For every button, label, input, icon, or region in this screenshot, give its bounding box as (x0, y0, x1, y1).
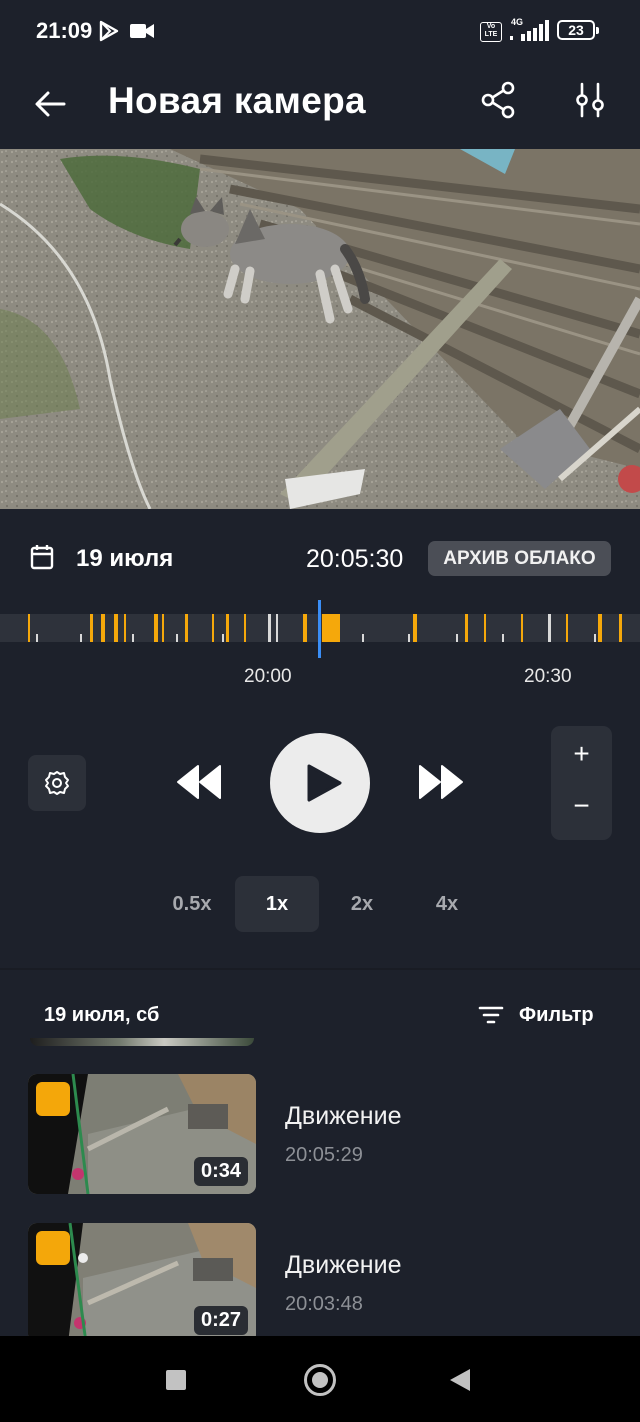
timeline-cursor[interactable] (317, 600, 323, 658)
video-camera-icon (130, 24, 154, 38)
selected-date[interactable]: 19 июля (76, 545, 173, 573)
status-bar: 21:09 Vo LTE 4G 23 (0, 0, 640, 62)
event-duration: 0:27 (193, 1306, 248, 1335)
fast-forward-icon[interactable] (418, 760, 464, 804)
event-thumbnail[interactable]: 0:27 (28, 1223, 256, 1343)
previous-event-thumbnail-edge (30, 1038, 254, 1046)
zoom-control: + − (551, 726, 612, 840)
timeline[interactable]: 20:00 20:30 (0, 600, 640, 700)
motion-badge (36, 1231, 70, 1265)
play-store-icon (99, 20, 119, 42)
system-nav-bar (0, 1336, 640, 1422)
tune-icon[interactable] (570, 80, 610, 120)
page-title: Новая камера (108, 80, 366, 121)
event-title: Движение (285, 1251, 402, 1279)
calendar-icon[interactable] (30, 544, 54, 570)
rewind-icon[interactable] (176, 760, 222, 804)
play-button[interactable] (270, 733, 370, 833)
speed-option[interactable]: 0.5x (150, 876, 234, 932)
filter-icon[interactable] (478, 1002, 504, 1028)
event-thumbnail[interactable]: 0:34 (28, 1074, 256, 1194)
status-time: 21:09 (36, 18, 93, 43)
app-bar: Новая камера (0, 62, 640, 148)
section-divider (0, 968, 640, 970)
archive-cloud-badge[interactable]: АРХИВ ОБЛАКО (428, 541, 611, 576)
timeline-ticks (36, 614, 596, 642)
recents-icon[interactable] (166, 1370, 186, 1390)
playback-info: 19 июля 20:05:30 АРХИВ ОБЛАКО (0, 530, 640, 588)
signal-icon: 4G (510, 17, 549, 41)
speed-option-active[interactable]: 1x (235, 876, 319, 932)
svg-text:4G: 4G (511, 17, 523, 27)
timeline-label: 20:00 (244, 666, 292, 687)
battery-icon: 23 (557, 20, 599, 40)
event-duration: 0:34 (193, 1157, 248, 1186)
current-time: 20:05:30 (306, 545, 404, 573)
speed-option[interactable]: 2x (320, 876, 404, 932)
volte-icon: Vo LTE (480, 22, 502, 42)
event-time: 20:03:48 (285, 1293, 363, 1315)
play-icon (307, 764, 342, 802)
speed-option[interactable]: 4x (405, 876, 489, 932)
camera-frame (0, 149, 640, 509)
settings-button[interactable] (28, 755, 86, 811)
day-header: 19 июля, сб (44, 1004, 160, 1026)
home-icon[interactable] (304, 1364, 336, 1396)
list-item[interactable]: 0:34 Движение 20:05:29 (0, 1074, 640, 1204)
video-player[interactable] (0, 149, 640, 509)
timeline-label: 20:30 (524, 666, 572, 687)
back-arrow-icon[interactable] (30, 84, 70, 124)
event-time: 20:05:29 (285, 1144, 363, 1166)
zoom-out-button[interactable]: − (551, 790, 612, 822)
events-header: 19 июля, сб Фильтр (0, 990, 640, 1040)
motion-badge (36, 1082, 70, 1116)
zoom-in-button[interactable]: + (551, 738, 612, 770)
share-icon[interactable] (478, 80, 518, 120)
event-title: Движение (285, 1102, 402, 1130)
list-item[interactable]: 0:27 Движение 20:03:48 (0, 1223, 640, 1353)
filter-button[interactable]: Фильтр (519, 1004, 594, 1027)
settings-icon (45, 771, 69, 795)
motion-event-markers (28, 614, 622, 642)
back-icon[interactable] (450, 1369, 470, 1391)
